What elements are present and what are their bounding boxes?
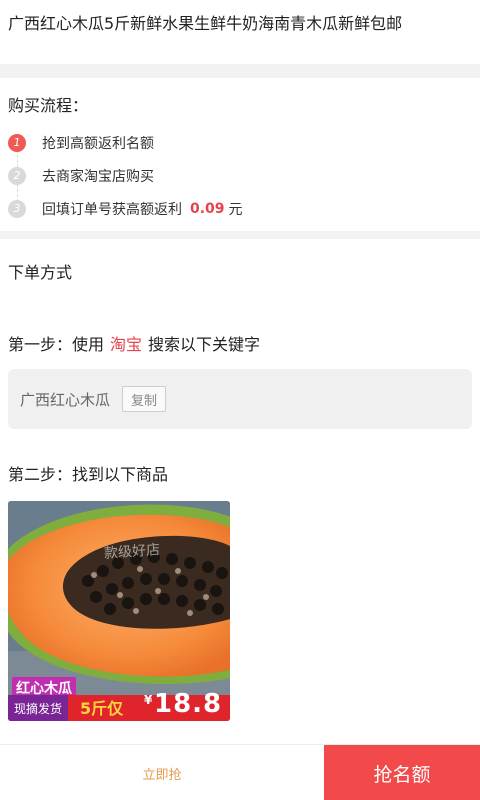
- product-title-section: 广西红心木瓜5斤新鲜水果生鲜牛奶海南青木瓜新鲜包邮: [0, 0, 480, 64]
- buy-now-button[interactable]: 立即抢: [0, 745, 324, 800]
- weight-badge: 5斤仅: [80, 699, 124, 718]
- flow-step-text: 抢到高额返利名额: [42, 135, 154, 152]
- order-method-heading: 下单方式: [8, 263, 73, 282]
- grab-slot-button[interactable]: 抢名额: [324, 745, 480, 800]
- order-step-2: 第二步：找到以下商品: [8, 465, 169, 484]
- price-badge: 18.8: [154, 689, 223, 719]
- product-image-watermark: 款级好店: [103, 542, 161, 562]
- order-step-1: 第一步：使用 淘宝 搜索以下关键字: [8, 331, 472, 355]
- keyword-box: 广西红心木瓜 复制: [8, 369, 472, 429]
- shipping-badge: 现摘发货: [8, 695, 69, 721]
- purchase-flow-section: 购买流程： 1 抢到高额返利名额 2 去商家淘宝店购买 3 回填订单号获高额返利…: [0, 78, 480, 231]
- step1-platform: 淘宝: [110, 335, 143, 354]
- currency-symbol: ¥: [144, 693, 153, 707]
- section-divider: [0, 231, 480, 239]
- copy-button[interactable]: 复制: [122, 386, 167, 412]
- step-number-badge: 1: [8, 133, 26, 152]
- section-divider: [0, 64, 480, 78]
- flow-step-1: 1 抢到高额返利名额: [8, 126, 472, 159]
- step-number-badge: 2: [8, 166, 26, 185]
- order-method-section: 下单方式 第一步：使用 淘宝 搜索以下关键字 广西红心木瓜 复制 第二步：找到以下商…: [0, 239, 480, 721]
- product-title: 广西红心木瓜5斤新鲜水果生鲜牛奶海南青木瓜新鲜包邮: [8, 14, 403, 33]
- step1-suffix: 搜索以下关键字: [148, 335, 261, 354]
- bottom-action-bar: 立即抢 抢名额: [0, 744, 480, 800]
- product-image[interactable]: 款级好店 红心木瓜 现摘发货 5斤仅 ¥ 18.8: [8, 501, 230, 721]
- step-number-badge: 3: [8, 199, 26, 218]
- flow-step-2: 2 去商家淘宝店购买: [8, 159, 472, 192]
- rebate-unit: 元: [228, 201, 243, 218]
- purchase-flow-steps: 1 抢到高额返利名额 2 去商家淘宝店购买 3 回填订单号获高额返利 0.09 …: [8, 126, 472, 225]
- rebate-amount: 0.09: [190, 200, 225, 217]
- flow-step-text: 回填订单号获高额返利: [42, 201, 182, 218]
- flow-step-3: 3 回填订单号获高额返利 0.09 元: [8, 192, 472, 225]
- flow-step-text: 去商家淘宝店购买: [42, 168, 154, 185]
- purchase-flow-heading: 购买流程：: [8, 96, 89, 115]
- search-keyword: 广西红心木瓜: [20, 390, 111, 409]
- step1-prefix: 第一步：使用: [8, 335, 105, 354]
